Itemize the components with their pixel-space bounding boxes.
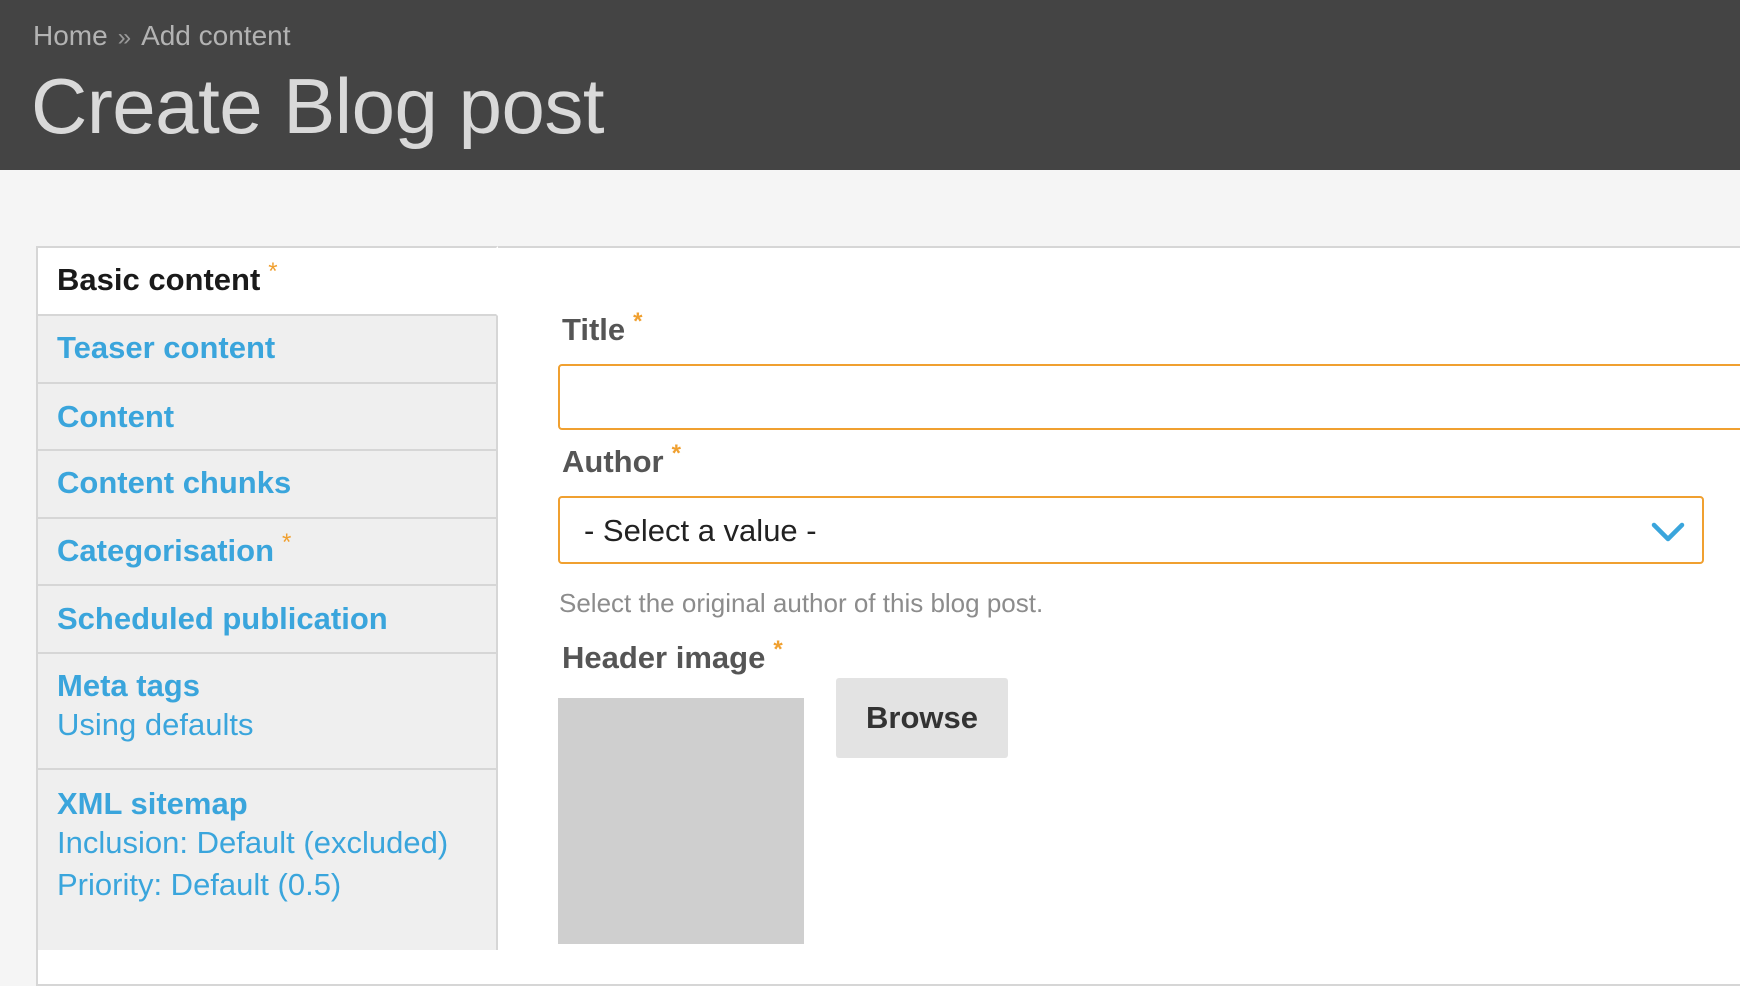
tab-summary: Using defaults: [57, 707, 254, 742]
page-header: Home » Add content Create Blog post: [0, 0, 1740, 170]
tab-summary-priority: Priority: Default (0.5): [57, 867, 342, 902]
tab-label: Teaser content: [57, 330, 276, 365]
title-label: Title *: [562, 308, 643, 348]
required-marker: *: [633, 308, 643, 335]
required-marker: *: [282, 529, 292, 556]
browse-button[interactable]: Browse: [836, 678, 1008, 758]
tab-summary-inclusion: Inclusion: Default (excluded): [57, 825, 449, 860]
tab-categorisation[interactable]: Categorisation *: [36, 519, 498, 586]
vertical-tabs: Basic content * Teaser content Content Co…: [36, 246, 498, 950]
tab-basic-content[interactable]: Basic content *: [36, 246, 498, 316]
header-image-preview: [558, 698, 804, 944]
tab-xml-sitemap[interactable]: XML sitemap Inclusion: Default (excluded…: [36, 770, 498, 950]
page-title: Create Blog post: [31, 62, 605, 150]
required-marker: *: [268, 258, 278, 285]
tab-label: Content chunks: [57, 465, 292, 500]
tab-label: Scheduled publication: [57, 601, 388, 636]
required-marker: *: [671, 440, 681, 467]
tab-scheduled-publication[interactable]: Scheduled publication: [36, 586, 498, 654]
author-label: Author *: [562, 440, 681, 480]
tab-label: Basic content: [57, 262, 261, 297]
tab-content-chunks[interactable]: Content chunks: [36, 451, 498, 519]
author-select[interactable]: - Select a value -: [558, 496, 1704, 564]
header-image-label-text: Header image: [562, 640, 766, 675]
tab-label: Categorisation: [57, 533, 275, 568]
tab-meta-tags[interactable]: Meta tags Using defaults: [36, 654, 498, 770]
breadcrumb-add-content-link[interactable]: Add content: [141, 20, 290, 51]
tab-label: XML sitemap: [57, 786, 248, 821]
tab-label: Content: [57, 399, 175, 434]
breadcrumb-separator: »: [117, 24, 132, 51]
title-label-text: Title: [562, 312, 626, 347]
author-label-text: Author: [562, 444, 664, 479]
breadcrumb-home-link[interactable]: Home: [33, 20, 108, 51]
tab-label: Meta tags: [57, 668, 200, 703]
breadcrumb: Home » Add content: [33, 18, 291, 56]
tab-teaser-content[interactable]: Teaser content: [36, 316, 498, 384]
tab-content[interactable]: Content: [36, 384, 498, 451]
author-help-text: Select the original author of this blog …: [559, 588, 1044, 618]
title-input[interactable]: [558, 364, 1740, 430]
chevron-down-icon: [1651, 522, 1685, 542]
author-select-value: - Select a value -: [584, 513, 817, 548]
header-image-label: Header image *: [562, 636, 783, 676]
required-marker: *: [773, 636, 783, 663]
